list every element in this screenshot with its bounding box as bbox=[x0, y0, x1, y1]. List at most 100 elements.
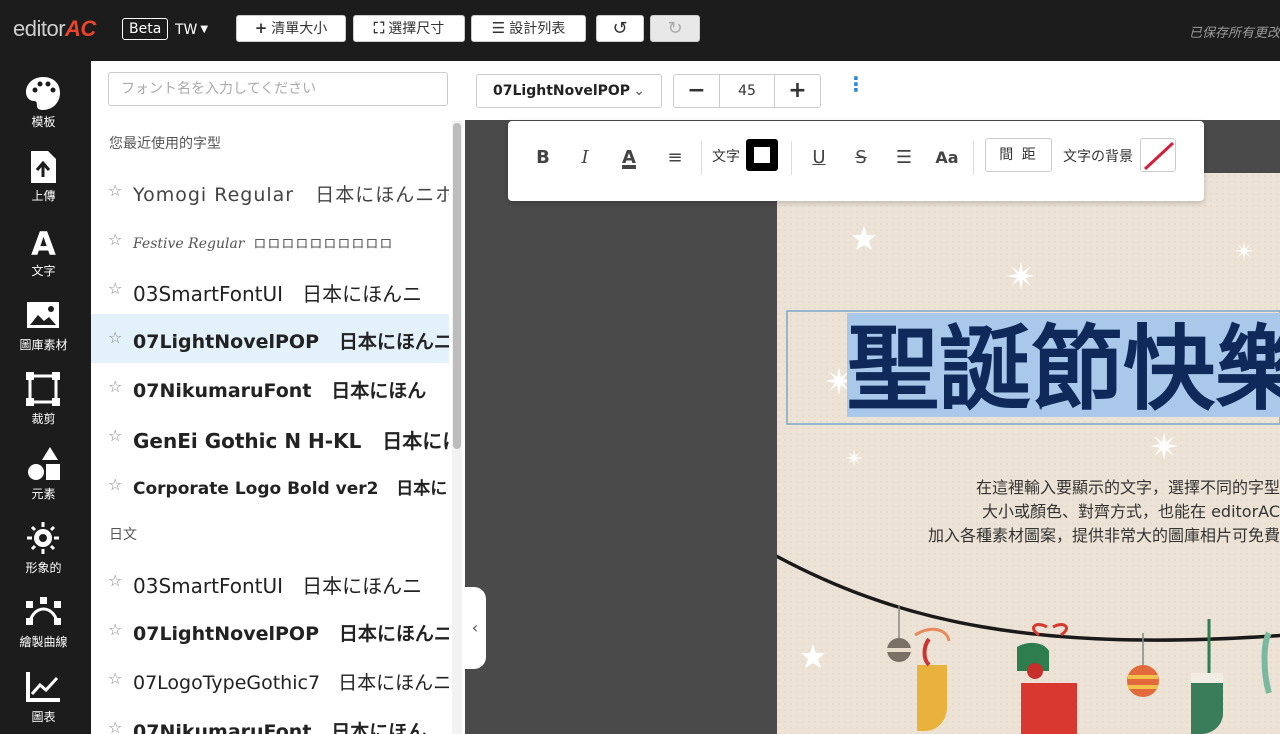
font-name: 07LightNovelPOP 日本にほんニホ bbox=[133, 623, 449, 645]
resize-label: 清單大小 bbox=[271, 21, 328, 37]
list-button[interactable]: ☰ bbox=[892, 143, 916, 173]
crop-icon bbox=[26, 372, 60, 406]
plus-icon: + bbox=[788, 78, 807, 103]
italic-icon: I bbox=[581, 147, 589, 168]
sidebar-item-elements[interactable]: 元素 bbox=[0, 439, 87, 509]
collapse-panel-button[interactable]: ‹ bbox=[464, 587, 486, 669]
font-family-select[interactable]: 07LightNovelPOP ⌄ bbox=[476, 74, 662, 108]
font-list-item[interactable]: ☆ 03SmartFontUI 日本にほんニ bbox=[91, 265, 449, 314]
text-label: 文字 bbox=[712, 149, 740, 165]
text-background-swatch[interactable] bbox=[1140, 138, 1176, 172]
curve-icon bbox=[26, 597, 61, 625]
undo-icon: ↺ bbox=[612, 18, 628, 39]
font-name: Yomogi Regular 日本にほんニホン bbox=[133, 184, 449, 206]
expand-icon: ⛶ bbox=[373, 19, 385, 37]
underline-button[interactable]: U bbox=[808, 143, 830, 173]
select-size-button[interactable]: ⛶ 選擇尺寸 bbox=[353, 15, 465, 42]
font-list-item[interactable]: ☆ 07LightNovelPOP 日本にほんニホ bbox=[91, 606, 449, 655]
separator bbox=[791, 141, 792, 175]
font-list-item[interactable]: ☆ GenEi Gothic N H-KL 日本にに bbox=[91, 412, 449, 461]
font-name: 07NikumaruFont 日本にほん bbox=[133, 721, 427, 734]
sidebar: 模板 上傳 A 文字 圖庫素材 裁剪 元素 形象的 繪製曲線 圖表 bbox=[0, 61, 91, 734]
undo-button[interactable]: ↺ bbox=[596, 15, 644, 42]
resize-button[interactable]: + 清單大小 bbox=[236, 15, 346, 42]
star-icon[interactable]: ☆ bbox=[108, 571, 122, 590]
scrollbar-thumb[interactable] bbox=[453, 123, 461, 449]
sidebar-item-text[interactable]: A 文字 bbox=[0, 216, 87, 286]
sidebar-item-chart[interactable]: 圖表 bbox=[0, 662, 87, 732]
case-button[interactable]: Aa bbox=[933, 143, 961, 173]
star-icon[interactable]: ☆ bbox=[108, 426, 122, 445]
design-list-button[interactable]: ☰ 設計列表 bbox=[471, 15, 586, 42]
redo-button[interactable]: ↻ bbox=[650, 15, 700, 42]
text-outline-color-swatch[interactable] bbox=[746, 139, 778, 171]
sidebar-label: 模板 bbox=[31, 115, 56, 129]
font-list-item[interactable]: ☆ 07LogoTypeGothic7 日本にほんニホ bbox=[91, 655, 449, 704]
font-name: 07NikumaruFont 日本にほん bbox=[133, 380, 427, 402]
font-panel-scrollbar[interactable] bbox=[452, 121, 462, 734]
sidebar-item-crop[interactable]: 裁剪 bbox=[0, 364, 87, 434]
separator bbox=[973, 141, 974, 175]
spacing-button[interactable]: 間 距 bbox=[985, 138, 1052, 172]
chevron-down-icon: ▼ bbox=[200, 24, 209, 35]
font-size-increase-button[interactable]: + bbox=[774, 74, 821, 108]
font-list-item[interactable]: ☆ Yomogi Regular 日本にほんニホン bbox=[91, 167, 449, 216]
sidebar-label: 圖表 bbox=[31, 710, 56, 724]
language-label: TW bbox=[175, 22, 198, 38]
star-icon[interactable]: ☆ bbox=[108, 279, 122, 298]
font-list-item-selected[interactable]: ☆ 07LightNovelPOP 日本にほんニホ bbox=[91, 314, 449, 363]
more-options-button[interactable]: ⋮ bbox=[846, 74, 866, 104]
logo[interactable]: editorAC bbox=[13, 16, 96, 44]
svg-text:A: A bbox=[31, 225, 56, 262]
canvas-body-line-3: 加入各種素材圖案，提供非常大的圖庫相片可免費 bbox=[928, 526, 1280, 545]
font-name: 07LightNovelPOP 日本にほんニホ bbox=[133, 331, 449, 353]
font-list-item[interactable]: ☆ 07NikumaruFont 日本にほん bbox=[91, 363, 449, 412]
align-button[interactable]: ≡ bbox=[663, 143, 687, 173]
font-list-item[interactable]: ☆ 03SmartFontUI 日本にほんニ bbox=[91, 557, 449, 606]
sidebar-item-graphics[interactable]: 形象的 bbox=[0, 513, 87, 583]
sidebar-label: 圖庫素材 bbox=[19, 338, 68, 352]
chart-icon bbox=[26, 672, 60, 702]
star-icon[interactable]: ☆ bbox=[108, 230, 122, 249]
font-panel: フォント名を入力してください 您最近使用的字型 ☆ Yomogi Regular… bbox=[91, 61, 465, 734]
japanese-fonts-heading: 日文 bbox=[109, 527, 137, 543]
top-bar: editorAC Beta TW ▼ + 清單大小 ⛶ 選擇尺寸 ☰ 設計列表 ↺ ↻ … bbox=[0, 0, 1280, 61]
sidebar-item-templates[interactable]: 模板 bbox=[0, 67, 87, 137]
star-icon[interactable]: ☆ bbox=[108, 669, 122, 688]
align-center-icon: ≡ bbox=[667, 147, 683, 168]
star-icon[interactable]: ☆ bbox=[108, 475, 122, 494]
language-selector[interactable]: TW ▼ bbox=[175, 22, 208, 38]
select-size-label: 選擇尺寸 bbox=[388, 21, 445, 37]
star-icon[interactable]: ☆ bbox=[108, 718, 122, 734]
font-list-item[interactable]: ☆ 07NikumaruFont 日本にほん bbox=[91, 704, 449, 734]
palette-icon bbox=[26, 77, 60, 110]
font-size-decrease-button[interactable]: − bbox=[673, 74, 720, 108]
sun-icon bbox=[27, 522, 59, 554]
bold-button[interactable]: B bbox=[532, 143, 554, 173]
font-list-item[interactable]: ☆ Festive Regular ロロロロロロロロロロ bbox=[91, 216, 449, 265]
case-icon: Aa bbox=[935, 148, 959, 167]
strikethrough-button[interactable]: S bbox=[850, 143, 872, 173]
sidebar-label: 元素 bbox=[31, 487, 56, 501]
font-name: Festive Regular ロロロロロロロロロロ bbox=[133, 236, 394, 252]
font-search-input[interactable]: フォント名を入力してください bbox=[108, 72, 448, 106]
plus-icon: + bbox=[254, 19, 268, 37]
star-icon[interactable]: ☆ bbox=[108, 620, 122, 639]
font-name: 03SmartFontUI 日本にほんニ bbox=[133, 574, 423, 598]
star-icon[interactable]: ☆ bbox=[108, 377, 122, 396]
text-color-icon: A bbox=[622, 147, 636, 168]
bold-icon: B bbox=[536, 147, 550, 168]
sidebar-item-upload[interactable]: 上傳 bbox=[0, 141, 87, 211]
star-icon[interactable]: ☆ bbox=[108, 328, 122, 347]
italic-button[interactable]: I bbox=[574, 143, 596, 173]
canvas-artwork: 聖誕節快樂 在這裡輸入要顯示的文字，選擇不同的字型 大小或顏色、對齊方式，也能在… bbox=[777, 173, 1280, 734]
sidebar-item-stock-images[interactable]: 圖庫素材 bbox=[0, 290, 87, 360]
design-canvas[interactable]: 聖誕節快樂 在這裡輸入要顯示的文字，選擇不同的字型 大小或顏色、對齊方式，也能在… bbox=[777, 173, 1280, 734]
font-size-input[interactable]: 45 bbox=[720, 74, 774, 108]
text-color-button[interactable]: A bbox=[615, 143, 643, 173]
star-icon[interactable]: ☆ bbox=[108, 181, 122, 200]
font-list-item[interactable]: ☆ Corporate Logo Bold ver2 日本に bbox=[91, 461, 449, 510]
sidebar-item-draw-curve[interactable]: 繪製曲線 bbox=[0, 587, 87, 657]
list-icon: ☰ bbox=[895, 147, 913, 168]
strikethrough-icon: S bbox=[855, 147, 867, 168]
